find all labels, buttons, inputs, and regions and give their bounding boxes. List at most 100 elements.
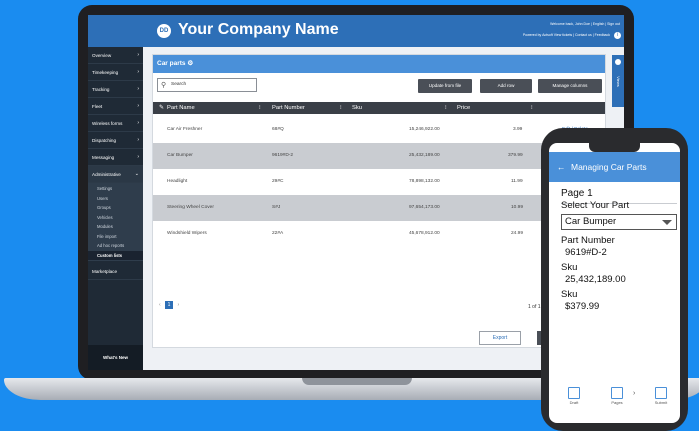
prev-page-button[interactable]: ‹ [159, 302, 161, 308]
cell-part-number: 68#Q [272, 127, 284, 132]
cell-part-name: Windshield Wipers [167, 231, 207, 236]
sidebar-item-label: Timekeeping [92, 70, 119, 75]
admin-submenu: Settings Users Groups Vehicles Modules F… [88, 183, 143, 261]
panel-title: Car parts ⚙ [153, 55, 605, 73]
sidebar: Overview › Timekeeping › Tracking › Fleet › … [88, 47, 143, 370]
export-button[interactable]: Export [479, 331, 521, 345]
submit-button[interactable]: Submit [651, 387, 671, 405]
column-header-sku[interactable]: Sku [352, 102, 362, 114]
sidebar-item-timekeeping[interactable]: Timekeeping › [88, 64, 143, 81]
column-header-price[interactable]: Price [457, 102, 470, 114]
table-header: ✎ Part Name ⁞ Part Number ⁞ Sku ⁞ Price … [153, 102, 605, 114]
cell-part-number: 22#A [272, 231, 284, 236]
dropdown-caret-icon [662, 220, 672, 225]
submenu-item-users[interactable]: Users [88, 194, 143, 204]
cell-price: 10.99 [511, 205, 524, 210]
selected-part-value: Car Bumper [565, 216, 617, 227]
sidebar-item-marketplace[interactable]: Marketplace [88, 263, 143, 280]
submenu-item-file-import[interactable]: File import [88, 232, 143, 242]
cell-sku: 97,654,173.00 [409, 205, 440, 210]
pages-icon [611, 387, 623, 399]
sidebar-item-label: Wireless forms [92, 121, 123, 126]
sidebar-item-overview[interactable]: Overview › [88, 47, 143, 64]
whats-new-button[interactable]: What's New [88, 345, 143, 370]
header-links[interactable]: Powered by Actsoft View tickets | Contac… [523, 33, 610, 37]
cell-part-number: S#J [272, 205, 281, 210]
sidebar-item-messaging[interactable]: Messaging › [88, 149, 143, 166]
add-row-button[interactable]: Add row [480, 79, 532, 93]
submenu-item-custom-lists[interactable]: Custom lists [88, 250, 143, 260]
cell-price: 3.99 [513, 127, 523, 132]
sidebar-item-label: Dispatching [92, 138, 117, 143]
draft-icon [568, 387, 580, 399]
submenu-item-settings[interactable]: Settings [88, 184, 143, 194]
submenu-item-groups[interactable]: Groups [88, 203, 143, 213]
submenu-item-ad-hoc-reports[interactable]: Ad hoc reports [88, 241, 143, 251]
chevron-right-icon: › [137, 52, 139, 58]
next-page-button[interactable]: › [177, 302, 179, 308]
sidebar-item-label: Administrative [92, 172, 121, 177]
company-logo: DD [157, 24, 171, 38]
chevron-right-icon: › [137, 69, 139, 75]
part-select-dropdown[interactable]: Car Bumper [561, 214, 677, 230]
chevron-right-icon: › [137, 154, 139, 160]
cell-price: 11.99 [511, 179, 523, 184]
cell-sku: 78,898,132.00 [409, 179, 440, 184]
sidebar-item-fleet[interactable]: Fleet › [88, 98, 143, 115]
sidebar-item-label: Messaging [92, 155, 115, 160]
pages-button[interactable]: Pages [607, 387, 627, 405]
back-arrow-icon[interactable]: ← [557, 152, 566, 182]
sidebar-item-label: Overview [92, 53, 112, 58]
laptop-notch [302, 378, 412, 385]
cell-part-number: 29#C [272, 179, 284, 184]
sidebar-item-label: Tracking [92, 87, 110, 92]
manage-columns-button[interactable]: Manage columns [538, 79, 602, 93]
page-1-button[interactable]: 1 [165, 301, 174, 309]
phone-header: ← Managing Car Parts [549, 152, 680, 182]
submit-label: Submit [654, 400, 668, 405]
pin-icon: ✎ [159, 105, 164, 111]
sidebar-item-tracking[interactable]: Tracking › [88, 81, 143, 98]
sidebar-item-wireless-forms[interactable]: Wireless forms › [88, 115, 143, 132]
views-side-tab[interactable]: Views [612, 55, 624, 107]
sku-label: Sku [561, 262, 578, 273]
table-row[interactable]: Windshield Wipers 22#A 45,678,912.00 24.… [153, 221, 605, 247]
pages-label: Pages [611, 400, 623, 405]
cell-part-number: 9619#D-2 [272, 153, 294, 158]
account-links[interactable]: Welcome back, John Doe | English | Sign … [550, 22, 620, 26]
submit-icon [655, 387, 667, 399]
chevron-right-icon: › [137, 86, 139, 92]
cell-price: 24.99 [511, 231, 524, 236]
chevron-right-icon: › [137, 120, 139, 126]
table-row[interactable]: Car Air Freshner 68#Q 15,246,922.00 3.99… [153, 117, 605, 143]
part-number-label: Part Number [561, 235, 615, 246]
chevron-right-icon: › [137, 103, 139, 109]
phone-notch [589, 143, 640, 152]
draft-label: Draft [569, 400, 579, 405]
info-icon[interactable]: i [614, 32, 621, 39]
search-input[interactable]: ⚲ Search [157, 78, 257, 92]
phone-screen: ← Managing Car Parts Page 1 Select Your … [549, 143, 680, 423]
update-from-file-button[interactable]: Update from file [418, 79, 472, 93]
cell-part-name: Steering Wheel Cover [167, 205, 214, 210]
chevron-down-icon: ⌄ [134, 171, 139, 177]
submenu-item-vehicles[interactable]: Vehicles [88, 213, 143, 223]
cell-part-name: Car Air Freshner [167, 127, 203, 132]
sidebar-item-dispatching[interactable]: Dispatching › [88, 132, 143, 149]
table-row[interactable]: Steering Wheel Cover S#J 97,654,173.00 1… [153, 195, 605, 221]
app-title: Your Company Name [178, 21, 339, 38]
price-label: Sku [561, 289, 578, 300]
submenu-item-modules[interactable]: Modules [88, 222, 143, 232]
column-header-part-name[interactable]: Part Name [167, 102, 195, 114]
column-header-part-number[interactable]: Part Number [272, 102, 305, 114]
chevron-right-icon: › [137, 137, 139, 143]
pagination: ‹ 1 › [159, 301, 179, 309]
cell-part-name: Headlight [167, 179, 188, 184]
table-row[interactable]: Car Bumper 9619#D-2 25,432,189.00 379.99 [153, 143, 605, 169]
draft-button[interactable]: Draft [564, 387, 584, 405]
sidebar-item-administrative[interactable]: Administrative ⌄ [88, 166, 143, 183]
table-row[interactable]: Headlight 29#C 78,898,132.00 11.99 [153, 169, 605, 195]
price-value: $379.99 [565, 301, 600, 312]
gear-icon [615, 59, 621, 65]
phone-header-title: Managing Car Parts [571, 162, 647, 172]
